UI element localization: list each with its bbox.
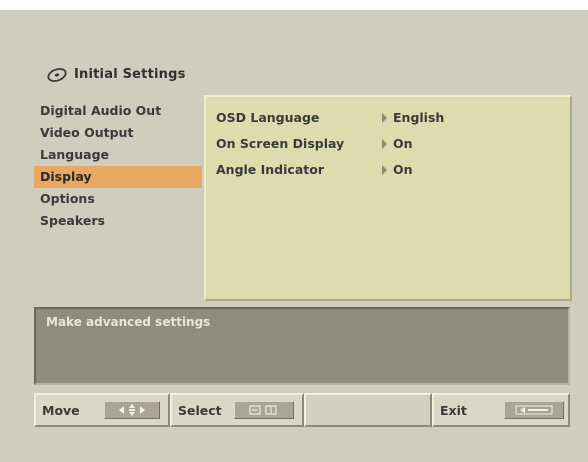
setting-value[interactable]: On <box>382 133 413 155</box>
top-letterbox <box>0 0 588 10</box>
exit-hint: Exit <box>432 393 570 427</box>
select-hint: Select <box>170 393 304 427</box>
arrow-keys-icon <box>104 401 160 419</box>
settings-panel: OSD Language English On Screen Display O… <box>204 95 572 301</box>
move-label: Move <box>42 402 80 418</box>
triangle-right-icon <box>382 139 387 149</box>
setting-value-text: On <box>393 136 413 151</box>
disc-icon <box>47 68 67 82</box>
return-key-icon <box>504 401 564 419</box>
screen-title: Initial Settings <box>46 62 186 86</box>
setting-row-on-screen-display[interactable]: On Screen Display On <box>216 133 556 155</box>
description-box: Make advanced settings <box>34 307 570 385</box>
menu-item-speakers[interactable]: Speakers <box>34 210 202 232</box>
setting-row-angle-indicator[interactable]: Angle Indicator On <box>216 159 556 181</box>
settings-category-menu: Digital Audio Out Video Output Language … <box>34 100 202 232</box>
description-text: Make advanced settings <box>46 315 211 329</box>
menu-item-display[interactable]: Display <box>34 166 202 188</box>
setting-name: On Screen Display <box>216 136 345 151</box>
setting-value[interactable]: On <box>382 159 413 181</box>
setting-value-text: English <box>393 110 445 125</box>
bar-spacer <box>304 393 432 427</box>
enter-key-icon <box>234 401 294 419</box>
setting-value[interactable]: English <box>382 107 444 129</box>
exit-label: Exit <box>440 402 467 418</box>
setting-row-osd-language[interactable]: OSD Language English <box>216 107 556 129</box>
triangle-right-icon <box>382 113 387 123</box>
menu-item-language[interactable]: Language <box>34 144 202 166</box>
menu-item-digital-audio-out[interactable]: Digital Audio Out <box>34 100 202 122</box>
setting-name: Angle Indicator <box>216 162 324 177</box>
setting-value-text: On <box>393 162 413 177</box>
triangle-right-icon <box>382 165 387 175</box>
menu-item-video-output[interactable]: Video Output <box>34 122 202 144</box>
move-hint: Move <box>34 393 170 427</box>
setting-name: OSD Language <box>216 110 320 125</box>
menu-item-options[interactable]: Options <box>34 188 202 210</box>
title-text: Initial Settings <box>74 66 186 82</box>
select-label: Select <box>178 402 222 418</box>
initial-settings-screen: Initial Settings Digital Audio Out Video… <box>0 0 588 462</box>
